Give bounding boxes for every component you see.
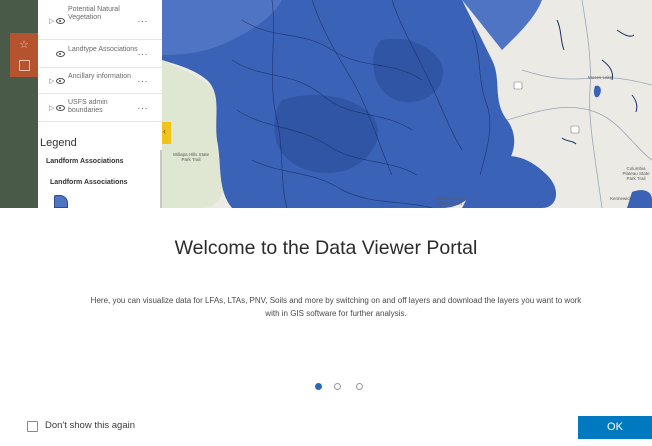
layer-row-usfs[interactable]: ▷ USFS admin boundaries ···: [38, 94, 162, 122]
carousel-dot-1[interactable]: [315, 383, 322, 390]
visibility-eye-icon[interactable]: [56, 78, 65, 84]
layer-name: USFS admin boundaries: [68, 99, 108, 114]
carousel-dot-2[interactable]: [334, 383, 341, 390]
chevron-left-icon: ‹: [163, 126, 166, 136]
dont-show-label[interactable]: Don't show this again: [45, 420, 135, 431]
export-icon[interactable]: [17, 58, 31, 72]
app-background: ☆ ▷ Potential Natural Vegetation ··· Lan…: [0, 0, 652, 208]
legend-group-label: Landform Associations: [46, 158, 124, 165]
dont-show-checkbox[interactable]: [27, 421, 38, 432]
modal-body-text: Here, you can visualize data for LFAs, L…: [90, 296, 582, 318]
map-label-moses-lake: Moses Lake: [588, 75, 613, 80]
layer-row-pnv[interactable]: ▷ Potential Natural Vegetation ···: [38, 0, 162, 40]
carousel-dot-3[interactable]: [356, 383, 363, 390]
visibility-eye-icon[interactable]: [56, 51, 65, 57]
layer-row-ancillary[interactable]: ▷ Ancillary information ···: [38, 68, 162, 94]
visibility-eye-icon[interactable]: [56, 105, 65, 111]
legend-item-label: Landform Associations: [50, 179, 128, 186]
map-layer-graphic: [162, 0, 652, 208]
layer-name: Ancillary information: [68, 73, 132, 80]
layer-options-button[interactable]: ···: [138, 16, 149, 26]
star-icon[interactable]: ☆: [17, 38, 31, 52]
map-label-columbia: Columbia Plateau State Park Trail: [622, 166, 650, 181]
modal-title: Welcome to the Data Viewer Portal: [174, 237, 478, 259]
expand-triangle-icon[interactable]: ▷: [49, 17, 54, 25]
map-label-kennewick: Kennewick: [610, 196, 632, 201]
carousel-pagination: [313, 383, 367, 393]
layer-name: Landtype Associations: [68, 46, 138, 53]
map-label-yakama: Yakama Nation Reservation: [434, 196, 466, 206]
map-label-willapa: Willapa Hills State Park Trail: [172, 152, 210, 162]
left-toolbar: ☆: [10, 33, 38, 77]
layer-name: Potential Natural Vegetation: [68, 6, 120, 21]
expand-triangle-icon[interactable]: ▷: [49, 77, 54, 85]
ok-button[interactable]: OK: [578, 416, 652, 439]
welcome-modal: Welcome to the Data Viewer Portal Here, …: [0, 208, 652, 446]
collapse-panel-button[interactable]: ‹: [162, 122, 171, 144]
layer-options-button[interactable]: ···: [138, 103, 149, 113]
layer-options-button[interactable]: ···: [138, 76, 149, 86]
legend-title: Legend: [40, 137, 77, 149]
layer-options-button[interactable]: ···: [138, 49, 149, 59]
map-view[interactable]: Moses Lake Columbia Plateau State Park T…: [162, 0, 652, 208]
legend-swatch: [54, 195, 68, 208]
layer-list-panel: ▷ Potential Natural Vegetation ··· Landt…: [38, 0, 162, 208]
visibility-eye-icon[interactable]: [56, 18, 65, 24]
layer-row-lta[interactable]: Landtype Associations ···: [38, 40, 162, 68]
expand-triangle-icon[interactable]: ▷: [49, 104, 54, 112]
